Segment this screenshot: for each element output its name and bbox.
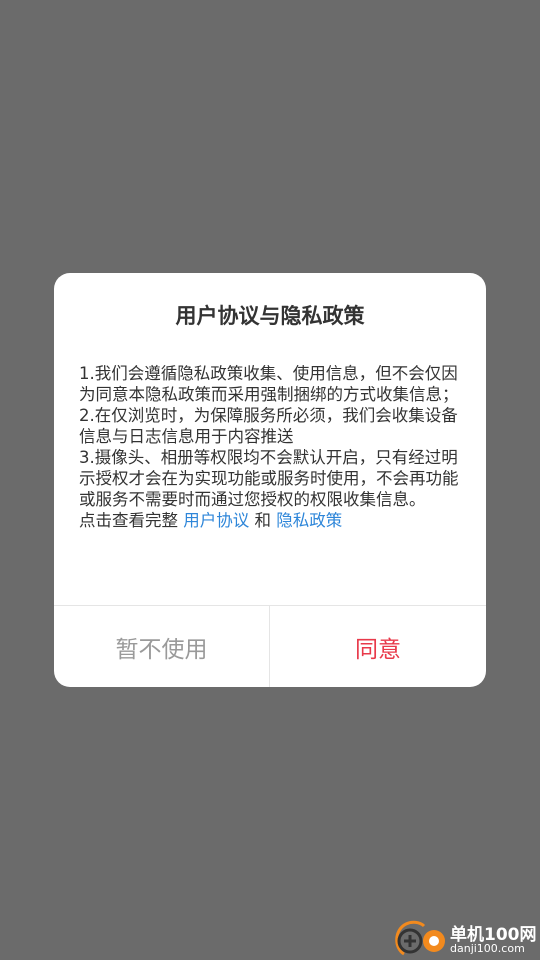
and-text: 和	[249, 511, 277, 530]
view-prefix-text: 点击查看完整	[79, 511, 184, 530]
view-full-line: 点击查看完整 用户协议 和 隐私政策	[79, 510, 463, 531]
dialog-body: 1.我们会遵循隐私政策收集、使用信息，但不会仅因为同意本隐私政策而采用强制捆绑的…	[79, 363, 463, 531]
watermark-url: danji100.com	[450, 942, 525, 955]
privacy-policy-link[interactable]: 隐私政策	[276, 511, 342, 530]
dialog-title: 用户协议与隐私政策	[175, 304, 365, 328]
policy-paragraph-1: 1.我们会遵循隐私政策收集、使用信息，但不会仅因为同意本隐私政策而采用强制捆绑的…	[79, 364, 459, 404]
watermark: 单机100网 danji100.com	[390, 912, 540, 960]
policy-paragraph-2: 2.在仅浏览时，为保障服务所必须，我们会收集设备信息与日志信息用于内容推送	[79, 406, 458, 446]
privacy-dialog: 用户协议与隐私政策 1.我们会遵循隐私政策收集、使用信息，但不会仅因为同意本隐私…	[54, 273, 486, 687]
decline-button[interactable]: 暂不使用	[54, 606, 269, 687]
user-agreement-link[interactable]: 用户协议	[183, 511, 249, 530]
policy-paragraph-3: 3.摄像头、相册等权限均不会默认开启，只有经过明示授权才会在为实现功能或服务时使…	[79, 448, 459, 509]
danji100-logo-icon	[395, 920, 445, 956]
agree-button[interactable]: 同意	[270, 606, 486, 687]
